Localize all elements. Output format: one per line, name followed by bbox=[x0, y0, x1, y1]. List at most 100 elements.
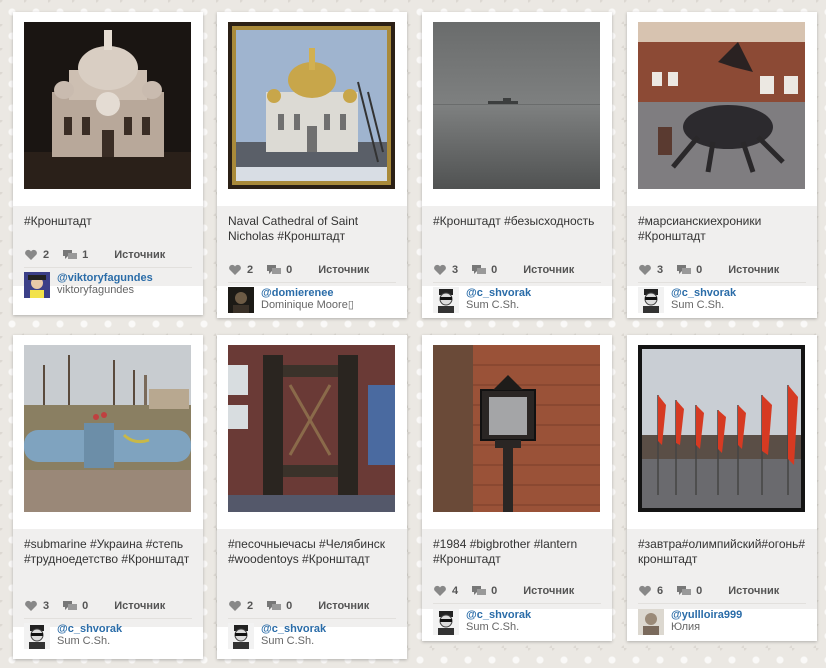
post-stats: 3 0 Источник bbox=[638, 264, 806, 276]
source-link[interactable]: Источник bbox=[523, 264, 574, 276]
avatar[interactable] bbox=[228, 287, 254, 313]
post-stats: 3 0 Источник bbox=[433, 264, 601, 276]
post-author[interactable]: @c_shvorak Sum C.Sh. bbox=[24, 623, 199, 649]
caption-text: #submarine #Украина #степь #трудноедетст… bbox=[24, 537, 190, 566]
comment-count: 0 bbox=[491, 585, 498, 597]
caption-text: Naval Cathedral of Saint Nicholas #Кронш… bbox=[228, 214, 359, 243]
post-photo[interactable] bbox=[24, 22, 191, 189]
post-photo[interactable] bbox=[433, 22, 600, 189]
comment-count: 0 bbox=[696, 264, 703, 276]
like-count: 3 bbox=[657, 264, 664, 276]
comment-icon[interactable] bbox=[472, 264, 487, 276]
source-link[interactable]: Источник bbox=[114, 249, 165, 261]
real-name: Sum C.Sh. bbox=[261, 635, 315, 647]
avatar[interactable] bbox=[433, 609, 459, 635]
avatar[interactable] bbox=[228, 623, 254, 649]
post-photo[interactable] bbox=[228, 22, 395, 189]
avatar[interactable] bbox=[638, 287, 664, 313]
comment-count: 0 bbox=[491, 264, 498, 276]
post-photo[interactable] bbox=[24, 345, 191, 512]
post-card-5[interactable]: #submarine #Украина #степь #трудноедетст… bbox=[13, 335, 203, 659]
username-link[interactable]: @c_shvorak bbox=[466, 609, 531, 621]
divider bbox=[433, 282, 601, 283]
heart-icon[interactable] bbox=[638, 264, 652, 276]
avatar[interactable] bbox=[24, 272, 50, 298]
caption-text: #песочныечасы #Челябинск #woodentoys #Кр… bbox=[228, 537, 385, 566]
comment-icon[interactable] bbox=[267, 600, 282, 612]
post-photo[interactable] bbox=[228, 345, 395, 512]
post-author[interactable]: @c_shvorak Sum C.Sh. bbox=[228, 623, 403, 649]
post-card-3[interactable]: #Кронштадт #безысходность 3 0 Источник @… bbox=[422, 12, 612, 318]
post-card-4[interactable]: #марсианскиехроники #Кронштадт 3 0 Источ… bbox=[627, 12, 817, 318]
heart-icon[interactable] bbox=[24, 600, 38, 612]
post-author[interactable]: @c_shvorak Sum C.Sh. bbox=[433, 287, 608, 313]
caption-text: #Кронштадт #безысходность bbox=[433, 214, 595, 228]
real-name: Юлия bbox=[671, 621, 701, 633]
like-count: 2 bbox=[247, 600, 254, 612]
source-link[interactable]: Источник bbox=[728, 585, 779, 597]
post-card-6[interactable]: #песочныечасы #Челябинск #woodentoys #Кр… bbox=[217, 335, 407, 659]
comment-icon[interactable] bbox=[472, 585, 487, 597]
post-photo[interactable] bbox=[638, 345, 805, 512]
real-name: Sum C.Sh. bbox=[57, 635, 111, 647]
avatar[interactable] bbox=[638, 609, 664, 635]
post-stats: 3 0 Источник bbox=[24, 600, 192, 612]
real-name: Sum C.Sh. bbox=[671, 299, 725, 311]
real-name: Sum C.Sh. bbox=[466, 621, 520, 633]
post-photo[interactable] bbox=[433, 345, 600, 512]
heart-icon[interactable] bbox=[228, 600, 242, 612]
comment-icon[interactable] bbox=[63, 600, 78, 612]
comment-count: 0 bbox=[286, 264, 293, 276]
post-card-7[interactable]: #1984 #bigbrother #lantern #Кронштадт 4 … bbox=[422, 335, 612, 641]
post-card-2[interactable]: Naval Cathedral of Saint Nicholas #Кронш… bbox=[217, 12, 407, 318]
post-author[interactable]: @viktoryfagundes viktoryfagundes bbox=[24, 272, 199, 298]
username-link[interactable]: @domierenee bbox=[261, 287, 354, 299]
username-link[interactable]: @c_shvorak bbox=[261, 623, 326, 635]
comment-icon[interactable] bbox=[63, 249, 78, 261]
divider bbox=[638, 282, 806, 283]
username-link[interactable]: @c_shvorak bbox=[466, 287, 531, 299]
post-card-8[interactable]: #завтра#олимпийский#огонь#кронштадт 6 0 … bbox=[627, 335, 817, 641]
post-stats: 6 0 Источник bbox=[638, 585, 806, 597]
real-name: viktoryfagundes bbox=[57, 284, 135, 296]
avatar[interactable] bbox=[24, 623, 50, 649]
username-link[interactable]: @yullloira999 bbox=[671, 609, 742, 621]
post-photo[interactable] bbox=[638, 22, 805, 189]
heart-icon[interactable] bbox=[228, 264, 242, 276]
source-link[interactable]: Источник bbox=[318, 600, 369, 612]
post-author[interactable]: @domierenee Dominique Moore▯ bbox=[228, 287, 403, 313]
like-count: 2 bbox=[247, 264, 254, 276]
divider bbox=[228, 282, 396, 283]
post-author[interactable]: @c_shvorak Sum C.Sh. bbox=[638, 287, 813, 313]
divider bbox=[24, 618, 192, 619]
divider bbox=[638, 603, 806, 604]
comment-icon[interactable] bbox=[677, 264, 692, 276]
post-author[interactable]: @c_shvorak Sum C.Sh. bbox=[433, 609, 608, 635]
source-link[interactable]: Источник bbox=[728, 264, 779, 276]
username-link[interactable]: @c_shvorak bbox=[671, 287, 736, 299]
avatar[interactable] bbox=[433, 287, 459, 313]
username-link[interactable]: @viktoryfagundes bbox=[57, 272, 153, 284]
post-card-1[interactable]: #Кронштадт 2 1 Источник @viktoryfagundes… bbox=[13, 12, 203, 315]
comment-count: 0 bbox=[82, 600, 89, 612]
like-count: 6 bbox=[657, 585, 664, 597]
heart-icon[interactable] bbox=[24, 249, 38, 261]
post-stats: 2 0 Источник bbox=[228, 600, 396, 612]
comment-icon[interactable] bbox=[267, 264, 282, 276]
comment-icon[interactable] bbox=[677, 585, 692, 597]
post-caption: #песочныечасы #Челябинск #woodentoys #Кр… bbox=[217, 529, 407, 627]
heart-icon[interactable] bbox=[433, 585, 447, 597]
post-author[interactable]: @yullloira999 Юлия bbox=[638, 609, 813, 635]
like-count: 3 bbox=[452, 264, 459, 276]
source-link[interactable]: Источник bbox=[114, 600, 165, 612]
caption-text: #Кронштадт bbox=[24, 214, 92, 228]
comment-count: 1 bbox=[82, 249, 89, 261]
source-link[interactable]: Источник bbox=[318, 264, 369, 276]
heart-icon[interactable] bbox=[433, 264, 447, 276]
heart-icon[interactable] bbox=[638, 585, 652, 597]
like-count: 3 bbox=[43, 600, 50, 612]
source-link[interactable]: Источник bbox=[523, 585, 574, 597]
divider bbox=[24, 267, 192, 268]
comment-count: 0 bbox=[696, 585, 703, 597]
username-link[interactable]: @c_shvorak bbox=[57, 623, 122, 635]
